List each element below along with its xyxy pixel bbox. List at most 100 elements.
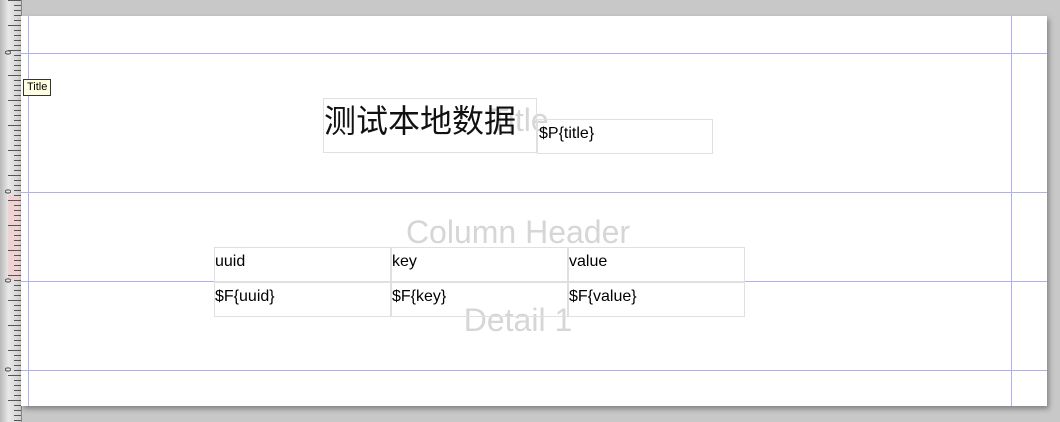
ruler-tick <box>8 125 21 126</box>
right-margin-line <box>1011 16 1012 406</box>
ruler-tick <box>8 225 21 226</box>
report-design-canvas[interactable]: Title Column Header Detail 1 测试本地数据 $P{t… <box>21 16 1047 406</box>
ruler-tick <box>14 310 21 311</box>
ruler-tick <box>14 195 21 196</box>
ruler-tick <box>14 255 21 256</box>
ruler-tick <box>8 25 21 26</box>
ruler-tick <box>8 300 21 301</box>
vertical-ruler[interactable]: 0 0 0 0 <box>0 0 22 422</box>
ruler-tick <box>14 190 21 191</box>
ruler-tick <box>14 290 21 291</box>
ruler-tick <box>14 140 21 141</box>
left-margin-line <box>28 16 29 406</box>
column-header-uuid[interactable]: uuid <box>214 247 391 282</box>
ruler-tick <box>14 270 21 271</box>
ruler-tick <box>14 335 21 336</box>
ruler-tick <box>14 120 21 121</box>
ruler-tick <box>14 85 21 86</box>
ruler-tick <box>14 10 21 11</box>
ruler-tick <box>8 325 21 326</box>
ruler-tick <box>8 100 21 101</box>
ruler-tick <box>14 40 21 41</box>
ruler-tick <box>14 260 21 261</box>
ruler-tick <box>14 55 21 56</box>
ruler-tick <box>14 235 21 236</box>
ruler-tick <box>8 150 21 151</box>
ruler-tick <box>14 160 21 161</box>
ruler-tick <box>14 330 21 331</box>
ruler-tick <box>14 370 21 371</box>
ruler-zero-mark: 0 <box>4 277 14 284</box>
ruler-tick <box>8 350 21 351</box>
ruler-tick <box>14 365 21 366</box>
ruler-tick <box>8 50 21 51</box>
detail-band-bottom-line[interactable] <box>21 370 1047 371</box>
ruler-tick <box>14 115 21 116</box>
ruler-tick <box>14 155 21 156</box>
ruler-tick <box>14 210 21 211</box>
ruler-tick <box>14 5 21 6</box>
title-static-text[interactable]: 测试本地数据 <box>323 98 537 153</box>
ruler-tick <box>14 360 21 361</box>
ruler-tick <box>14 230 21 231</box>
ruler-tick <box>14 105 21 106</box>
ruler-tick <box>14 135 21 136</box>
ruler-tick <box>14 35 21 36</box>
ruler-tick <box>8 250 21 251</box>
ruler-tick <box>14 165 21 166</box>
ruler-tick <box>14 220 21 221</box>
ruler-tick <box>14 95 21 96</box>
ruler-tick <box>14 265 21 266</box>
ruler-tick <box>14 145 21 146</box>
ruler-tick <box>14 345 21 346</box>
ruler-tick <box>14 70 21 71</box>
ruler-tick <box>8 175 21 176</box>
ruler-tick <box>14 420 21 421</box>
column-header-band-label: Column Header <box>405 214 631 250</box>
ruler-tick <box>14 395 21 396</box>
band-tooltip: Title <box>23 79 52 96</box>
ruler-tick <box>14 90 21 91</box>
ruler-tick <box>14 130 21 131</box>
ruler-tick <box>14 385 21 386</box>
ruler-tick <box>14 170 21 171</box>
column-header-key[interactable]: key <box>391 247 568 282</box>
title-band-bottom-line[interactable] <box>21 192 1047 193</box>
ruler-tick <box>14 180 21 181</box>
ruler-tick <box>14 205 21 206</box>
column-header-value[interactable]: value <box>568 247 745 282</box>
ruler-selected-band-highlight <box>8 195 20 280</box>
ruler-tick <box>14 15 21 16</box>
detail-field-uuid[interactable]: $F{uuid} <box>214 282 391 317</box>
ruler-tick <box>14 380 21 381</box>
ruler-tick <box>14 320 21 321</box>
ruler-tick <box>14 245 21 246</box>
ruler-tick <box>8 75 21 76</box>
ruler-tick <box>14 60 21 61</box>
ruler-tick <box>14 410 21 411</box>
ruler-tick <box>14 415 21 416</box>
ruler-tick <box>14 280 21 281</box>
ruler-tick <box>14 285 21 286</box>
ruler-tick <box>14 185 21 186</box>
detail-field-value[interactable]: $F{value} <box>568 282 745 317</box>
ruler-tick <box>14 240 21 241</box>
ruler-tick <box>14 215 21 216</box>
ruler-tick <box>14 30 21 31</box>
ruler-tick <box>8 200 21 201</box>
title-param-field[interactable]: $P{title} <box>537 119 713 154</box>
ruler-zero-mark: 0 <box>4 188 14 195</box>
ruler-tick <box>14 65 21 66</box>
ruler-tick <box>14 80 21 81</box>
detail-field-key[interactable]: $F{key} <box>391 282 568 317</box>
ruler-tick <box>14 305 21 306</box>
ruler-tick <box>14 405 21 406</box>
ruler-tick <box>14 340 21 341</box>
ruler-zero-mark: 0 <box>4 366 14 373</box>
ruler-tick <box>8 375 21 376</box>
ruler-tick <box>14 295 21 296</box>
ruler-tick <box>14 355 21 356</box>
ruler-tick <box>8 400 21 401</box>
ruler-tick <box>14 20 21 21</box>
ruler-tick <box>8 0 21 1</box>
